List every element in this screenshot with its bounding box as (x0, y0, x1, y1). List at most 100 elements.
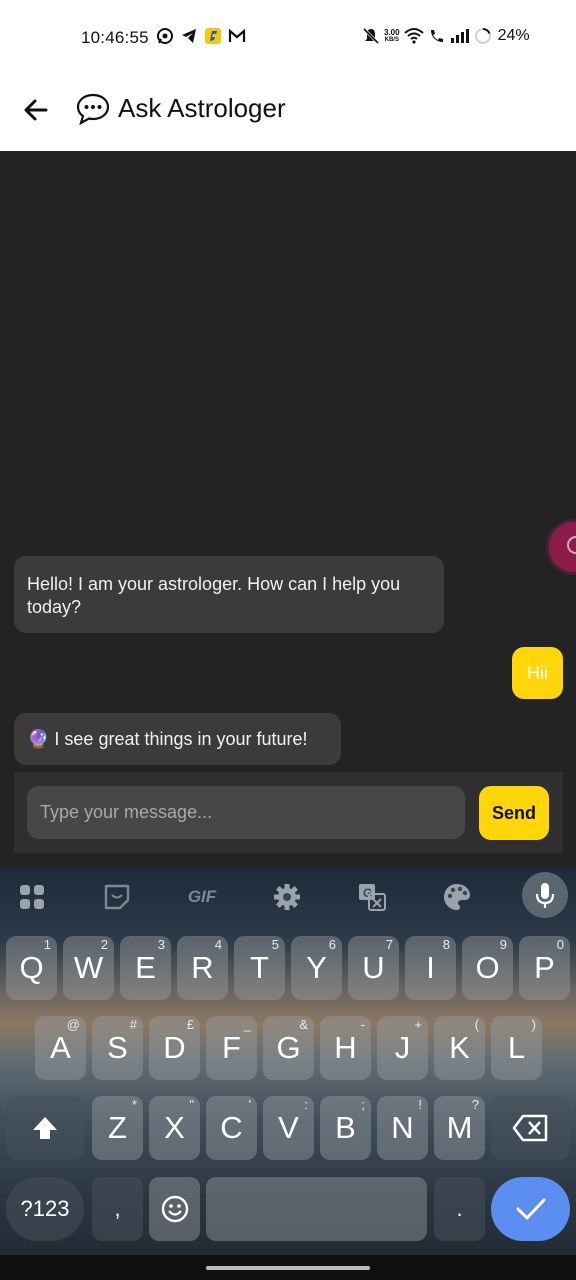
gif-icon[interactable]: GIF (182, 877, 222, 917)
chat-area[interactable]: Hello! I am your astrologer. How can I h… (0, 151, 576, 867)
key-hint: " (189, 1097, 194, 1112)
shift-key[interactable] (6, 1096, 84, 1160)
key-hint: ) (531, 1017, 536, 1032)
key-hint: 0 (556, 937, 564, 952)
send-button[interactable]: Send (479, 786, 549, 840)
enter-key[interactable] (491, 1177, 570, 1241)
backspace-key[interactable] (491, 1096, 570, 1160)
key-x[interactable]: X " (149, 1096, 200, 1160)
key-label: C (220, 1110, 243, 1145)
key-f[interactable]: F _ (206, 1016, 257, 1080)
page-title: Ask Astrologer (118, 93, 286, 123)
key-k[interactable]: K( (434, 1016, 485, 1080)
emoji-icon (161, 1195, 188, 1223)
key-label: H (334, 1030, 357, 1065)
mic-icon (535, 883, 555, 908)
key-hint: 6 (328, 937, 336, 952)
key-hint: ; (361, 1097, 365, 1112)
key-o[interactable]: O9 (462, 936, 513, 1000)
system-icons: 3.00 KB/S 24% (362, 27, 530, 45)
bot-message: Hello! I am your astrologer. How can I h… (14, 556, 444, 633)
call-icon (428, 27, 446, 45)
status-bar: 10:46:55 3.00 KB/S 24% (0, 0, 576, 76)
message-text: Hello! I am your astrologer. How can I h… (27, 574, 401, 617)
key-y[interactable]: Y6 (291, 936, 342, 1000)
key-label: S (107, 1030, 128, 1065)
key-a[interactable]: A @ (35, 1016, 86, 1080)
svg-text:G: G (363, 886, 372, 900)
message-input[interactable] (27, 786, 465, 839)
mic-button[interactable] (522, 872, 568, 918)
period-key[interactable]: . (434, 1177, 485, 1241)
key-label: P (534, 950, 555, 985)
comma-key[interactable]: , (92, 1177, 143, 1241)
key-e[interactable]: E3 (120, 936, 171, 1000)
gmail-icon (228, 27, 246, 45)
key-u[interactable]: U7 (348, 936, 399, 1000)
key-label: F (222, 1030, 241, 1065)
key-label: T (250, 950, 269, 985)
settings-gear-icon[interactable] (267, 877, 307, 917)
key-l[interactable]: L) (491, 1016, 542, 1080)
key-hint: * (131, 1097, 137, 1112)
key-label: D (163, 1030, 186, 1065)
add-icon (567, 536, 576, 554)
key-hint: ( (474, 1017, 479, 1032)
gif-label: GIF (187, 887, 217, 906)
telegram-icon (180, 27, 198, 45)
symbols-key[interactable]: ?123 (6, 1177, 84, 1241)
back-arrow-icon[interactable] (20, 94, 52, 126)
status-time: 10:46:55 (81, 28, 149, 47)
key-g[interactable]: G & (263, 1016, 314, 1080)
signal-icon (450, 27, 470, 45)
key-r[interactable]: R4 (177, 936, 228, 1000)
key-label: N (391, 1110, 414, 1145)
mute-icon (362, 27, 380, 45)
whatsapp-icon (156, 27, 174, 45)
key-label: J (394, 1030, 411, 1065)
key-q[interactable]: Q1 (6, 936, 57, 1000)
key-v[interactable]: V: (263, 1096, 314, 1160)
key-label: W (73, 950, 104, 985)
gesture-nav-bar (0, 1255, 576, 1280)
key-h[interactable]: H- (320, 1016, 371, 1080)
key-label: Q (19, 950, 44, 985)
emoji-key[interactable] (149, 1177, 200, 1241)
checkmark-icon (516, 1198, 545, 1220)
key-n[interactable]: N! (377, 1096, 428, 1160)
key-b[interactable]: B; (320, 1096, 371, 1160)
translate-icon[interactable]: G (352, 877, 392, 917)
key-hint: ? (471, 1097, 479, 1112)
key-label: M (446, 1110, 473, 1145)
key-s[interactable]: S # (92, 1016, 143, 1080)
key-hint: + (414, 1017, 422, 1032)
flipkart-icon (204, 27, 222, 45)
key-label: E (135, 950, 156, 985)
space-bar[interactable] (206, 1177, 427, 1241)
key-label: U (362, 950, 385, 985)
key-w[interactable]: W2 (63, 936, 114, 1000)
key-hint: # (129, 1017, 137, 1032)
key-z[interactable]: Z * (92, 1096, 143, 1160)
key-hint: 9 (499, 937, 507, 952)
key-d[interactable]: D £ (149, 1016, 200, 1080)
key-m[interactable]: M? (434, 1096, 485, 1160)
key-j[interactable]: J + (377, 1016, 428, 1080)
message-text: 🔮 I see great things in your future! (27, 729, 308, 749)
key-label: G (276, 1030, 301, 1065)
key-c[interactable]: C ' (206, 1096, 257, 1160)
network-speed: 3.00 KB/S (384, 27, 400, 43)
key-hint: 5 (271, 937, 279, 952)
key-hint: - (360, 1017, 365, 1032)
sticker-icon[interactable] (97, 877, 137, 917)
home-indicator[interactable] (206, 1266, 370, 1270)
key-i[interactable]: I8 (405, 936, 456, 1000)
apps-grid-icon[interactable] (12, 877, 52, 917)
palette-icon[interactable] (437, 877, 477, 917)
key-hint: 1 (43, 937, 51, 952)
floating-action-button[interactable] (546, 519, 576, 575)
key-t[interactable]: T5 (234, 936, 285, 1000)
key-label: O (475, 950, 500, 985)
battery-percent: 24% (497, 27, 530, 44)
key-p[interactable]: P0 (519, 936, 570, 1000)
